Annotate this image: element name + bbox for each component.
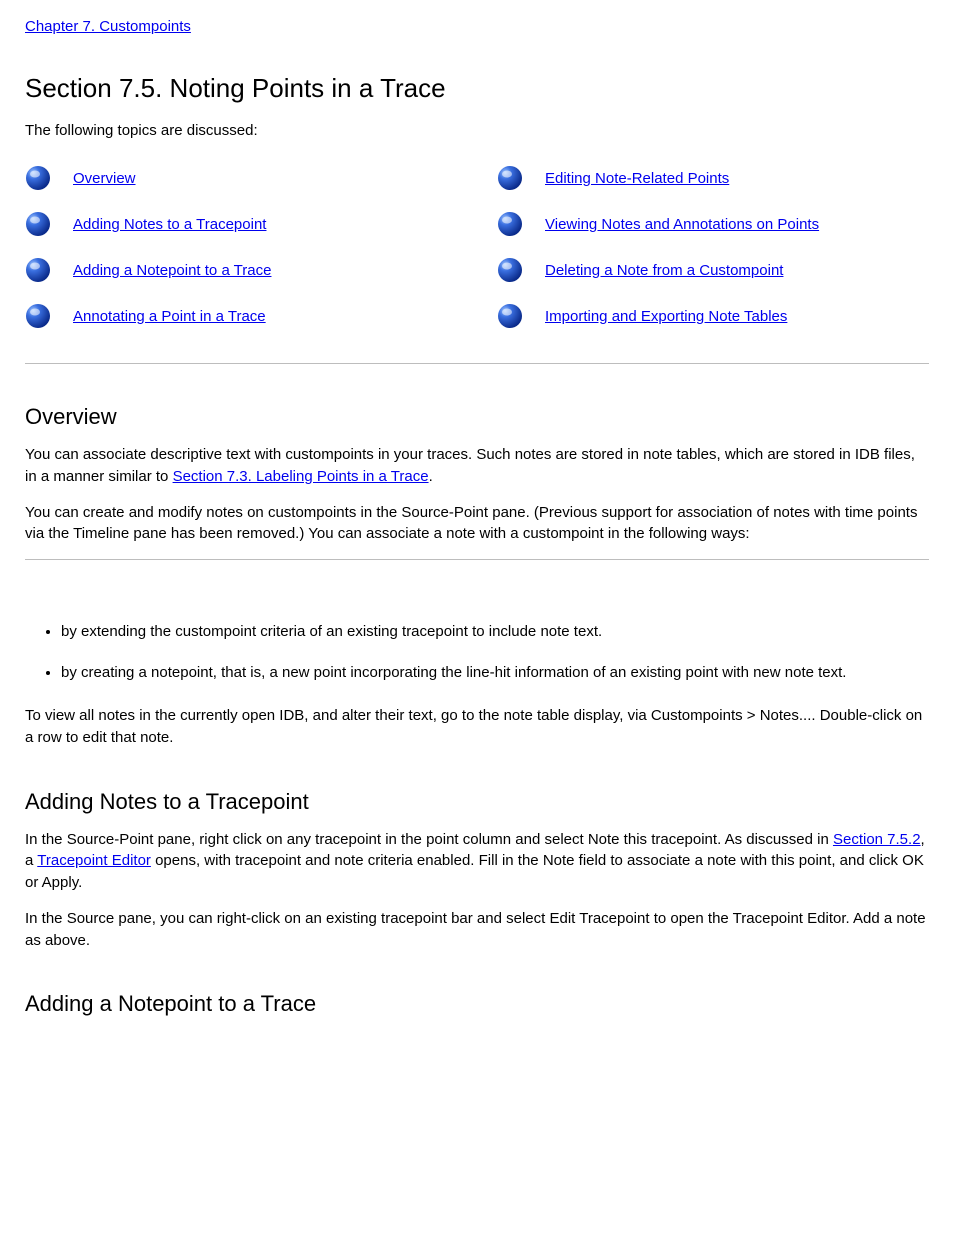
bullet-sphere-icon [25,165,51,191]
topic-link-overview[interactable]: Overview [73,170,136,187]
link-tracepoint-editor[interactable]: Tracepoint Editor [37,852,151,869]
topics-col-left: Overview Adding Notes to a Tracepoint Ad… [25,165,457,349]
topic-link-adding-notes[interactable]: Adding Notes to a Tracepoint [73,216,266,233]
topic-link-import-export[interactable]: Importing and Exporting Note Tables [545,308,787,325]
topic-link-annotating[interactable]: Annotating a Point in a Trace [73,308,266,325]
topic-link-deleting[interactable]: Deleting a Note from a Custompoint [545,262,783,279]
chapter-link[interactable]: Chapter 7. Custompoints [25,18,191,35]
bullet-sphere-icon [497,165,523,191]
overview-p1: You can associate descriptive text with … [25,444,929,488]
bullet-sphere-icon [25,257,51,283]
adding-notes-p2: In the Source pane, you can right-click … [25,908,929,952]
overview-heading: Overview [25,404,929,430]
adding-notes-p1-b: opens, with tracepoint and note criteria… [25,852,924,891]
topic-link-editing[interactable]: Editing Note-Related Points [545,170,729,187]
adding-notes-heading: Adding Notes to a Tracepoint [25,789,929,815]
overview-p3: To view all notes in the currently open … [25,705,929,749]
divider [25,363,929,364]
topic-link-viewing[interactable]: Viewing Notes and Annotations on Points [545,216,819,233]
topics-intro: The following topics are discussed: [25,122,929,139]
link-section-7-5-2[interactable]: Section 7.5.2 [833,831,921,848]
overview-p2: You can create and modify notes on custo… [25,502,929,546]
list-item: by creating a notepoint, that is, a new … [61,664,929,681]
divider [25,559,929,560]
topics-col-right: Editing Note-Related Points Viewing Note… [497,165,929,349]
topics-grid: Overview Adding Notes to a Tracepoint Ad… [25,165,929,349]
bullet-sphere-icon [497,257,523,283]
topic-link-adding-notepoint[interactable]: Adding a Notepoint to a Trace [73,262,271,279]
note-ways-heading [25,588,929,609]
adding-notepoint-heading: Adding a Notepoint to a Trace [25,991,929,1017]
bullet-sphere-icon [497,211,523,237]
bullet-sphere-icon [497,303,523,329]
list-item: by extending the custompoint criteria of… [61,623,929,640]
overview-p1-a: You can associate descriptive text with … [25,446,915,485]
overview-p1-b: . [429,468,433,485]
overview-bullets: by extending the custompoint criteria of… [25,623,929,681]
bullet-sphere-icon [25,303,51,329]
bullet-sphere-icon [25,211,51,237]
adding-notes-p1: In the Source-Point pane, right click on… [25,829,929,894]
adding-notes-p1-a: In the Source-Point pane, right click on… [25,831,833,848]
section-title: Section 7.5. Noting Points in a Trace [25,73,929,104]
link-section-7-3[interactable]: Section 7.3. Labeling Points in a Trace [173,468,429,485]
